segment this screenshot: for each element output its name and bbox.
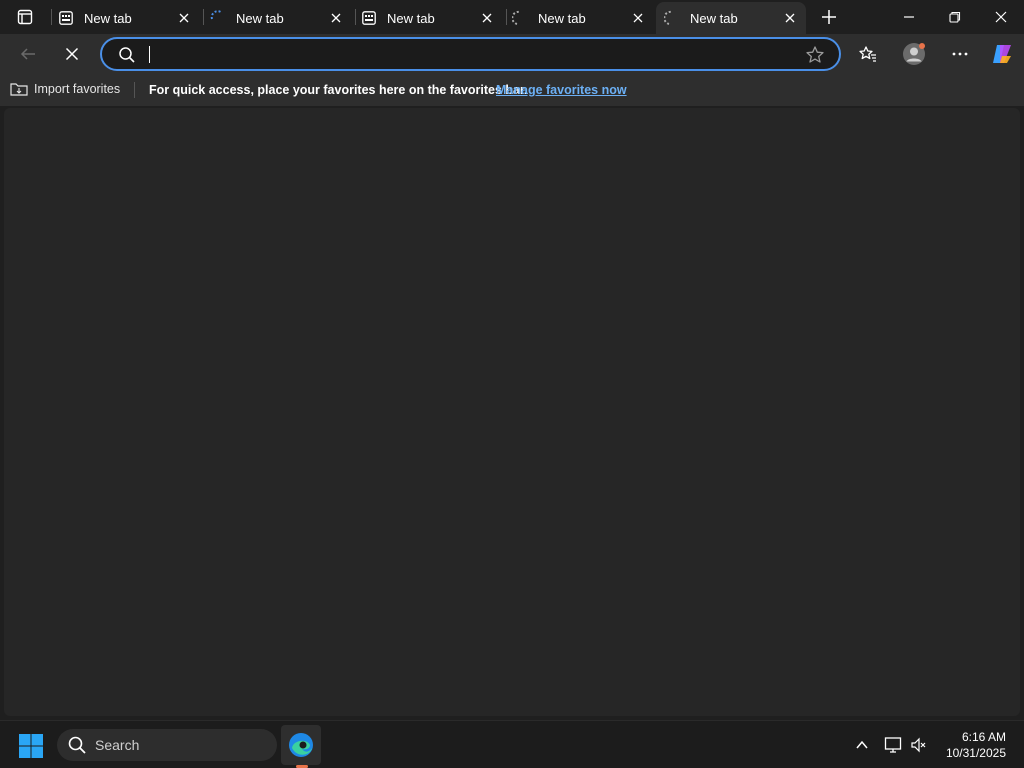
speaker-muted-icon — [911, 737, 926, 753]
volume-muted-button[interactable] — [907, 733, 931, 757]
back-arrow-icon — [20, 48, 35, 60]
tab-5-active[interactable]: New tab — [656, 2, 806, 34]
search-icon — [68, 736, 86, 754]
favorites-button[interactable] — [852, 38, 884, 70]
more-icon — [952, 52, 968, 56]
back-button[interactable] — [12, 38, 44, 70]
tab-title: New tab — [84, 10, 132, 26]
taskbar: Search 6:16 AM 10/31/2025 — [0, 720, 1024, 768]
tab-2[interactable]: New tab — [202, 2, 352, 34]
tab-1[interactable]: New tab — [50, 2, 200, 34]
windows-start-icon[interactable] — [18, 733, 44, 759]
edge-icon — [289, 733, 313, 757]
system-clock[interactable]: 6:16 AM 10/31/2025 — [946, 729, 1006, 761]
copilot-icon — [993, 45, 1011, 63]
favorites-bar: Import favorites For quick access, place… — [0, 74, 1024, 106]
favorite-star-icon[interactable] — [805, 45, 825, 65]
title-bar: New tab New tab New tab New tab New tab — [0, 0, 1024, 34]
chevron-up-icon — [856, 740, 868, 749]
monitor-icon — [884, 737, 902, 753]
restore-icon — [949, 11, 961, 23]
navigation-toolbar — [0, 34, 1024, 98]
search-icon — [119, 47, 135, 63]
taskbar-search-box[interactable]: Search — [57, 729, 277, 761]
minimize-button[interactable] — [886, 0, 932, 34]
edge-taskbar-button[interactable] — [281, 725, 321, 765]
browser-window: New tab New tab New tab New tab New tab … — [0, 0, 1024, 720]
restore-button[interactable] — [932, 0, 978, 34]
favorites-separator — [134, 82, 135, 98]
manage-favorites-link[interactable]: Manage favorites now — [496, 83, 627, 97]
close-icon — [995, 11, 1007, 23]
close-window-button[interactable] — [978, 0, 1024, 34]
tab-close-icon[interactable] — [628, 8, 648, 28]
new-tab-page-icon — [58, 10, 74, 26]
copilot-button[interactable] — [986, 38, 1018, 70]
tab-3[interactable]: New tab — [353, 2, 503, 34]
profile-button[interactable] — [898, 38, 930, 70]
tab-4[interactable]: New tab — [504, 2, 654, 34]
new-tab-page-icon — [361, 10, 377, 26]
tab-title: New tab — [538, 10, 586, 26]
tab-actions-button[interactable] — [6, 0, 44, 34]
page-content — [4, 108, 1020, 716]
plus-icon — [822, 10, 836, 24]
import-favorites-label: Import favorites — [34, 82, 121, 96]
tab-close-icon[interactable] — [174, 8, 194, 28]
tab-close-icon[interactable] — [326, 8, 346, 28]
tab-title: New tab — [690, 10, 738, 26]
stop-loading-button[interactable] — [56, 38, 88, 70]
loading-spinner-icon — [664, 10, 680, 26]
tab-actions-icon — [17, 9, 33, 25]
loading-spinner-icon — [512, 10, 528, 26]
tab-close-icon[interactable] — [780, 8, 800, 28]
text-caret — [149, 46, 150, 63]
show-hidden-icons-button[interactable] — [850, 733, 874, 757]
clock-time: 6:16 AM — [961, 730, 1006, 744]
folder-import-icon — [10, 83, 28, 96]
favorites-icon — [859, 46, 876, 62]
address-input[interactable] — [148, 43, 788, 65]
stop-loading-icon — [65, 47, 79, 61]
minimize-icon — [904, 16, 914, 18]
taskbar-search-label: Search — [95, 737, 140, 753]
tab-title: New tab — [387, 10, 435, 26]
address-bar[interactable] — [100, 37, 841, 71]
loading-spinner-icon — [210, 10, 226, 26]
favorites-bar-message: For quick access, place your favorites h… — [149, 83, 528, 97]
more-options-button[interactable] — [944, 38, 976, 70]
new-tab-button[interactable] — [817, 5, 841, 29]
tab-close-icon[interactable] — [477, 8, 497, 28]
clock-date: 10/31/2025 — [945, 746, 1006, 760]
import-favorites-button[interactable]: Import favorites — [10, 81, 120, 97]
tab-title: New tab — [236, 10, 284, 26]
profile-icon — [903, 43, 925, 65]
display-tray-button[interactable] — [881, 733, 905, 757]
